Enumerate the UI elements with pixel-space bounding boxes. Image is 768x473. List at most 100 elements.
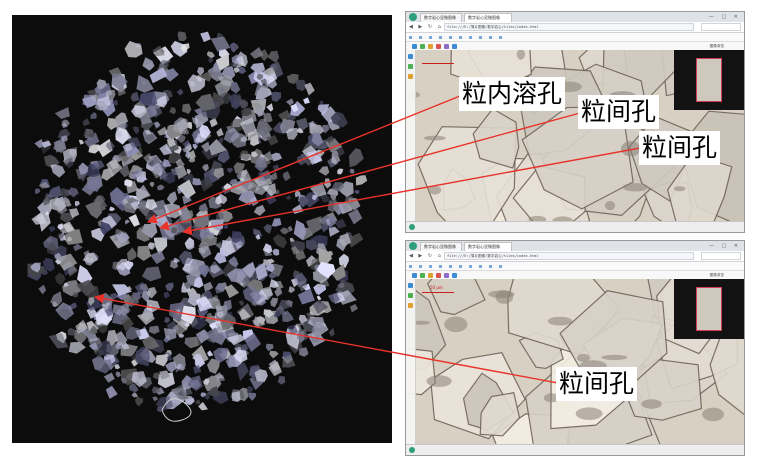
window-controls[interactable]: — □ ✕ [709,242,741,250]
tab-2[interactable]: 数字岩心显微图像 [464,242,512,251]
mineral-grain [279,227,290,235]
bookmark-item[interactable] [479,262,483,270]
annotate-icon[interactable] [444,273,449,278]
minimap-viewport[interactable] [696,58,722,102]
mineral-grain [131,392,139,398]
pore-shadow [620,141,641,157]
search-field[interactable] [701,23,741,31]
bookmark-item[interactable] [479,33,483,41]
zoom-in-icon[interactable] [412,44,417,49]
mineral-grain [181,103,192,114]
mineral-grain [207,350,214,357]
zoom-in-icon[interactable] [412,273,417,278]
bookmark-item[interactable] [469,262,473,270]
image-viewer[interactable]: 50 μm [406,279,744,445]
bookmark-item[interactable] [459,33,463,41]
mineral-grain [285,195,291,200]
mineral-grain [271,152,283,162]
browser-logo-icon [409,13,417,21]
layer-icon[interactable] [408,74,413,79]
mineral-grain [50,164,66,178]
label-intergranular-pore: 粒间孔 [556,367,638,401]
layer-icon[interactable] [408,303,413,308]
measure-icon[interactable] [436,273,441,278]
mineral-grain [176,88,184,96]
bookmark-item[interactable] [419,262,423,270]
bookmark-item[interactable] [459,262,463,270]
bookmark-item[interactable] [429,262,433,270]
bookmark-item[interactable] [439,262,443,270]
mineral-grain [215,241,223,249]
nav-buttons[interactable]: ◀ ▶ ↻ ⌂ [409,252,443,260]
rotate-icon[interactable] [428,44,433,49]
bookmark-item[interactable] [489,262,493,270]
mineral-grain [135,346,150,367]
nav-buttons[interactable]: ◀ ▶ ↻ ⌂ [409,23,443,31]
mineral-grain [267,50,280,63]
bookmark-item[interactable] [469,33,473,41]
bookmark-item[interactable] [409,262,413,270]
minimap[interactable] [674,50,744,110]
minimap-viewport[interactable] [696,287,722,331]
browser-screenshot-top: 数字岩心显微图像 数字岩心显微图像 — □ ✕ ◀ ▶ ↻ ⌂ file:///… [405,11,745,233]
mineral-grain [271,218,282,227]
bookmark-item[interactable] [429,33,433,41]
thin-section-image [12,15,392,443]
mineral-grain [78,139,85,145]
window-controls[interactable]: — □ ✕ [709,13,741,21]
tab-2[interactable]: 数字岩心显微图像 [464,13,512,22]
bookmark-item[interactable] [499,33,503,41]
pan-icon[interactable] [408,54,413,59]
url-field[interactable]: file:///E:/薄片图像/数字岩心/tiles/index.html [444,23,694,31]
mineral-grain [289,237,295,242]
zoom-out-icon[interactable] [420,44,425,49]
home-icon[interactable] [452,273,457,278]
minimap[interactable] [674,279,744,339]
home-icon[interactable] [452,44,457,49]
mineral-grain [266,103,274,112]
annotate-icon[interactable] [444,44,449,49]
mineral-grain [124,179,133,187]
tab-1[interactable]: 数字岩心显微图像 [420,13,462,22]
mineral-grain [265,343,274,352]
status-icon [409,224,415,230]
url-field[interactable]: file:///E:/薄片图像/数字岩心/tiles/index.html [444,252,694,260]
pore-shadow [427,185,442,195]
select-icon[interactable] [408,293,413,298]
mineral-grain [299,347,309,357]
bookmark-item[interactable] [419,33,423,41]
mineral-grain [109,206,116,212]
mineral-grain [163,291,171,299]
mineral-grain [166,191,178,205]
mineral-grain [62,280,82,297]
mineral-grain [285,98,294,106]
pore-shadow [604,200,616,211]
measure-icon[interactable] [436,44,441,49]
browser-screenshot-bottom: 数字岩心显微图像 数字岩心显微图像 — □ ✕ ◀ ▶ ↻ ⌂ file:///… [405,240,745,456]
mineral-grain [149,181,155,188]
tab-1[interactable]: 数字岩心显微图像 [420,242,462,251]
bookmark-item[interactable] [409,33,413,41]
pan-icon[interactable] [408,283,413,288]
bookmark-item[interactable] [439,33,443,41]
zoom-out-icon[interactable] [420,273,425,278]
browser-logo-icon [409,242,417,250]
mineral-grain [74,201,80,207]
search-field[interactable] [701,252,741,260]
tab-bar: 数字岩心显微图像 数字岩心显微图像 — □ ✕ [406,241,744,251]
mineral-grain [354,189,360,195]
bookmark-item[interactable] [499,262,503,270]
mineral-grain [350,304,358,313]
bookmark-item[interactable] [449,262,453,270]
mineral-grain [130,91,140,102]
mineral-grain [327,200,339,212]
bookmark-item[interactable] [489,33,493,41]
rotate-icon[interactable] [428,273,433,278]
select-icon[interactable] [408,64,413,69]
bookmark-item[interactable] [449,33,453,41]
mineral-grain [328,226,340,237]
mineral-grain [164,317,170,324]
mineral-grain [248,392,257,401]
pore-shadow [495,290,514,304]
status-bar [406,444,744,455]
